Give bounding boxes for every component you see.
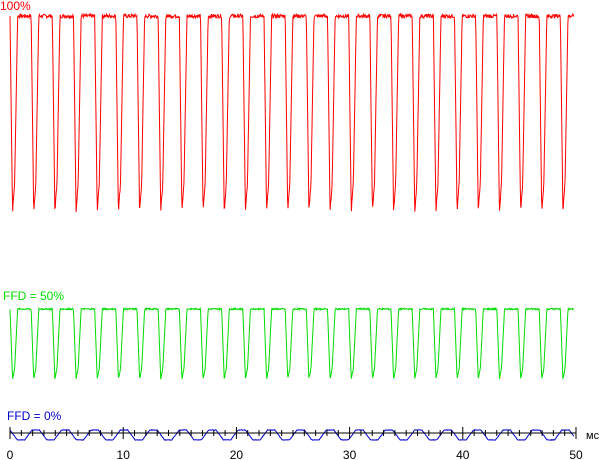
series-label-ffd-50: FFD = 50%: [3, 289, 65, 303]
chart: 0 10 20 30 40 50 100% FFD = 50% FFD = 0% мс: [0, 0, 600, 460]
x-tick-label-40: 40: [456, 448, 470, 460]
x-axis-unit-label: мс: [586, 430, 600, 442]
series-line-0: [9, 12, 575, 213]
x-tick-label-0: 0: [7, 448, 14, 460]
x-tick-label-50: 50: [569, 448, 583, 460]
series-label-100: 100%: [0, 0, 31, 13]
x-tick-label-10: 10: [117, 448, 131, 460]
series-line-2: [9, 429, 575, 441]
series-line-1: [9, 306, 574, 380]
series-label-ffd-0: FFD = 0%: [7, 409, 62, 423]
x-tick-label-30: 30: [343, 448, 357, 460]
chart-plot-svg: 0 10 20 30 40 50: [7, 12, 583, 460]
x-tick-label-20: 20: [230, 448, 244, 460]
